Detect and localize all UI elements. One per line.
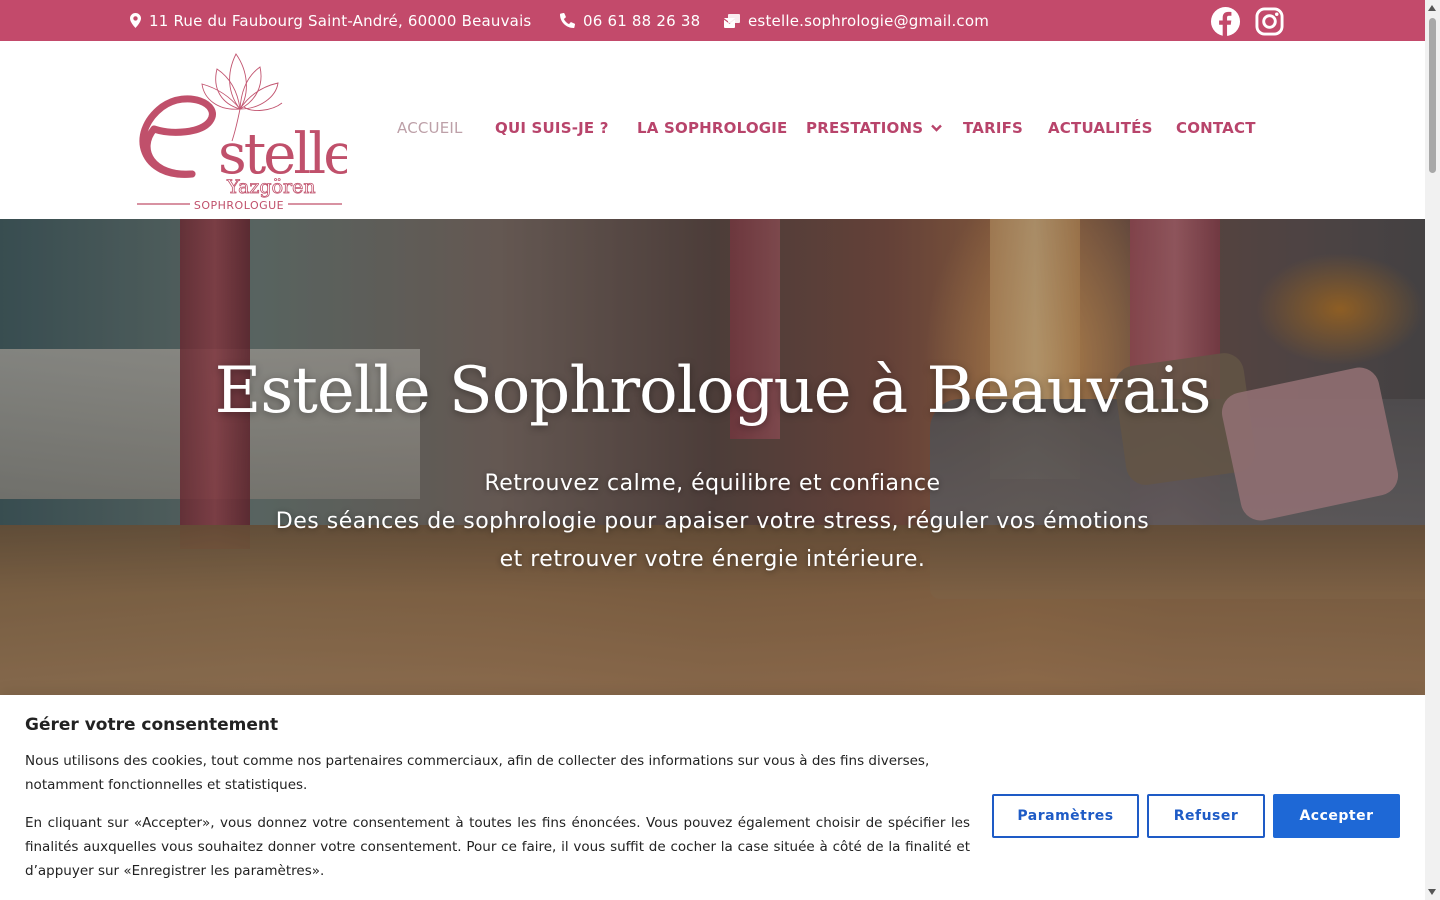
- chevron-down-icon: [931, 124, 943, 132]
- nav-la-sophrologie[interactable]: LA SOPHROLOGIE: [637, 119, 788, 137]
- facebook-icon: [1210, 6, 1240, 36]
- email-text: estelle.sophrologie@gmail.com: [748, 11, 990, 30]
- address-info: 11 Rue du Faubourg Saint-André, 60000 Be…: [130, 0, 531, 41]
- cookie-refuse-button[interactable]: Refuser: [1147, 794, 1265, 838]
- site-header: stelle Yazgören SOPHROLOGUE ACCUEIL QUI …: [0, 41, 1425, 219]
- hero-subtitle-line2: Des séances de sophrologie pour apaiser …: [275, 509, 1150, 534]
- hero-overlay: [0, 219, 1425, 695]
- top-contact-bar: 11 Rue du Faubourg Saint-André, 60000 Be…: [0, 0, 1425, 41]
- email-info[interactable]: estelle.sophrologie@gmail.com: [724, 0, 989, 41]
- phone-info[interactable]: 06 61 88 26 38: [560, 0, 700, 41]
- phone-text: 06 61 88 26 38: [583, 11, 701, 30]
- instagram-link[interactable]: [1253, 5, 1285, 37]
- nav-actualites[interactable]: ACTUALITÉS: [1048, 119, 1153, 137]
- hero-subtitle-line1: Retrouvez calme, équilibre et confiance: [484, 471, 941, 496]
- scroll-up-arrow-icon[interactable]: [1428, 5, 1436, 11]
- email-icon: [724, 13, 740, 28]
- cookie-paragraph-1: Nous utilisons des cookies, tout comme n…: [25, 753, 930, 793]
- main-nav: ACCUEIL QUI SUIS-JE ? LA SOPHROLOGIE PRE…: [0, 41, 1425, 219]
- phone-icon: [560, 13, 575, 28]
- nav-prestations[interactable]: PRESTATIONS: [806, 119, 943, 137]
- nav-qui-suis-je[interactable]: QUI SUIS-JE ?: [495, 119, 609, 137]
- cookie-title: Gérer votre consentement: [25, 715, 279, 735]
- hero-subtitle-line3: et retrouver votre énergie intérieure.: [499, 547, 926, 572]
- scrollbar-thumb[interactable]: [1429, 18, 1436, 173]
- cookie-accept-button[interactable]: Accepter: [1273, 794, 1400, 838]
- address-text: 11 Rue du Faubourg Saint-André, 60000 Be…: [149, 11, 532, 30]
- cookie-consent-banner: Gérer votre consentement Nous utilisons …: [0, 695, 1425, 900]
- hero-title: Estelle Sophrologue à Beauvais: [214, 354, 1212, 428]
- nav-tarifs[interactable]: TARIFS: [963, 119, 1023, 137]
- cookie-paragraph-2: En cliquant sur «Accepter», vous donnez …: [25, 815, 970, 879]
- facebook-link[interactable]: [1209, 5, 1241, 37]
- nav-contact[interactable]: CONTACT: [1176, 119, 1256, 137]
- nav-accueil[interactable]: ACCUEIL: [397, 119, 463, 137]
- map-pin-icon: [130, 13, 141, 28]
- cookie-settings-button[interactable]: Paramètres: [992, 794, 1139, 838]
- scroll-down-arrow-icon[interactable]: [1428, 889, 1436, 895]
- hero-section: Estelle Sophrologue à Beauvais Retrouvez…: [0, 219, 1425, 695]
- instagram-icon: [1254, 6, 1284, 36]
- page-scrollbar[interactable]: [1425, 0, 1440, 900]
